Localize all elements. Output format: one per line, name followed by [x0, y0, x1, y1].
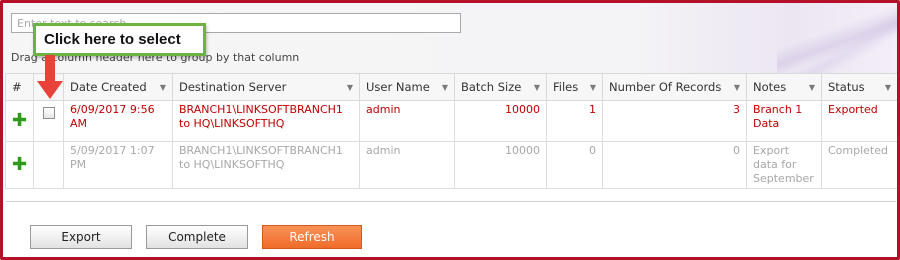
- filter-icon[interactable]: ▼: [734, 83, 740, 92]
- refresh-button[interactable]: Refresh: [262, 225, 362, 249]
- records-cell: 0: [602, 141, 747, 189]
- table-row[interactable]: ✚ 5/09/2017 1:07 PM BRANCH1\LINKSOFTBRAN…: [5, 141, 897, 189]
- batch-size-cell: 10000: [454, 141, 547, 189]
- user-name-cell: admin: [359, 141, 455, 189]
- filter-icon[interactable]: ▼: [160, 83, 166, 92]
- header-number-of-records[interactable]: Number Of Records ▼: [602, 73, 747, 101]
- destination-server-cell: BRANCH1\LINKSOFTBRANCH1 to HQ\LINKSOFTHQ: [172, 141, 360, 189]
- records-cell: 3: [602, 100, 747, 142]
- notes-cell: Branch 1 Data: [746, 100, 822, 142]
- decorative-swoosh: [777, 3, 897, 73]
- header-row: # Date Created ▼ Destination Server ▼ User…: [5, 73, 897, 101]
- notes-cell: Export data for September: [746, 141, 822, 189]
- filter-icon[interactable]: ▼: [534, 83, 540, 92]
- callout-box: Click here to select: [33, 23, 206, 56]
- filter-icon[interactable]: ▼: [885, 83, 891, 92]
- filter-icon[interactable]: ▼: [347, 83, 353, 92]
- expand-cell[interactable]: ✚: [5, 141, 34, 189]
- header-notes[interactable]: Notes ▼: [746, 73, 822, 101]
- header-destination-server[interactable]: Destination Server ▼: [172, 73, 360, 101]
- select-cell: [33, 141, 64, 189]
- header-date-created[interactable]: Date Created ▼: [63, 73, 173, 101]
- window-frame: Drag a column header here to group by th…: [0, 0, 900, 260]
- status-cell: Exported: [821, 100, 897, 142]
- header-files[interactable]: Files ▼: [546, 73, 603, 101]
- user-name-cell: admin: [359, 100, 455, 142]
- expand-cell[interactable]: ✚: [5, 100, 34, 142]
- filter-icon[interactable]: ▼: [590, 83, 596, 92]
- callout-arrow-icon: [37, 55, 63, 99]
- filter-icon[interactable]: ▼: [809, 83, 815, 92]
- plus-icon[interactable]: ✚: [12, 110, 27, 131]
- export-batches-grid: # Date Created ▼ Destination Server ▼ User…: [5, 73, 897, 189]
- date-created-cell: 6/09/2017 9:56 AM: [63, 100, 173, 142]
- destination-server-cell: BRANCH1\LINKSOFTBRANCH1 to HQ\LINKSOFTHQ: [172, 100, 360, 142]
- export-button[interactable]: Export: [30, 225, 132, 249]
- complete-button[interactable]: Complete: [146, 225, 248, 249]
- header-user-name[interactable]: User Name ▼: [359, 73, 455, 101]
- date-created-cell: 5/09/2017 1:07 PM: [63, 141, 173, 189]
- select-cell[interactable]: [33, 100, 64, 142]
- plus-icon[interactable]: ✚: [12, 154, 27, 175]
- table-row[interactable]: ✚ 6/09/2017 9:56 AM BRANCH1\LINKSOFTBRAN…: [5, 100, 897, 142]
- batch-size-cell: 10000: [454, 100, 547, 142]
- row-select-checkbox[interactable]: [42, 107, 55, 119]
- header-status[interactable]: Status ▼: [821, 73, 897, 101]
- filter-icon[interactable]: ▼: [442, 83, 448, 92]
- files-cell: 1: [546, 100, 603, 142]
- header-row-number: #: [5, 73, 34, 101]
- status-cell: Completed: [821, 141, 897, 189]
- files-cell: 0: [546, 141, 603, 189]
- divider: [6, 201, 896, 202]
- header-batch-size[interactable]: Batch Size ▼: [454, 73, 547, 101]
